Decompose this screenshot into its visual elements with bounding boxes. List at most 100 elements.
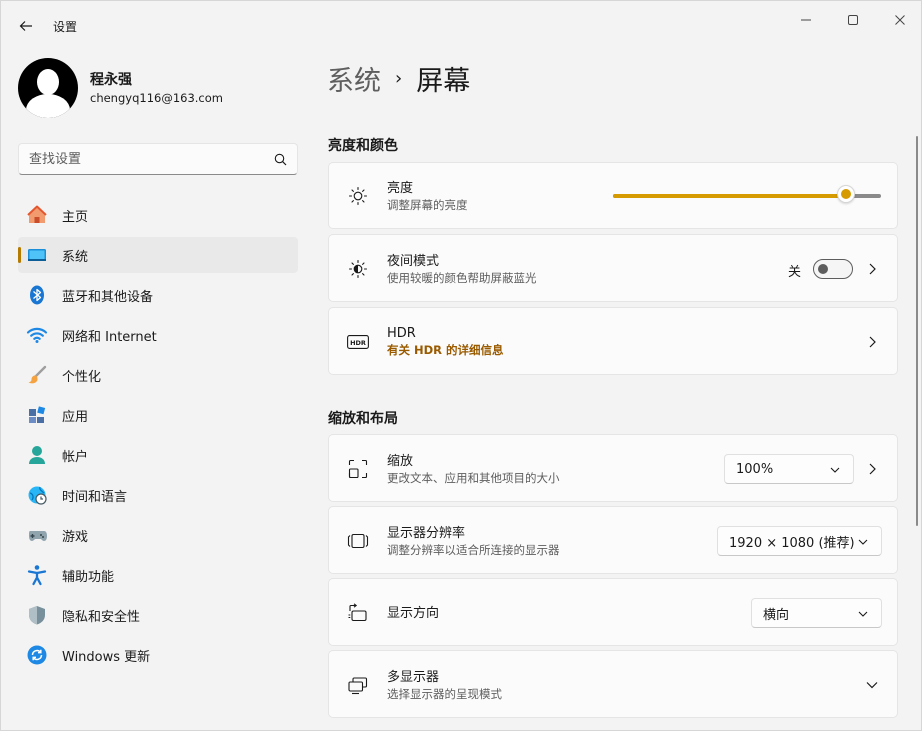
accessibility-icon: [26, 564, 48, 586]
multi-display-card[interactable]: 多显示器 选择显示器的呈现模式: [328, 650, 898, 718]
scale-title: 缩放: [387, 454, 414, 469]
section-title-brightness-color: 亮度和颜色: [328, 138, 398, 154]
system-icon: [26, 244, 48, 266]
avatar: [18, 58, 78, 118]
night-light-state-label: 关: [787, 265, 801, 280]
orientation-card: 显示方向 横向: [328, 578, 898, 646]
resolution-dropdown[interactable]: 1920 × 1080 (推荐): [717, 526, 882, 556]
sidebar-item-label: 蓝牙和其他设备: [62, 289, 154, 305]
sun-icon: [347, 185, 369, 207]
orientation-icon: [347, 602, 369, 624]
chevron-right-icon[interactable]: [865, 335, 879, 349]
chevron-down-icon: [829, 464, 841, 476]
hdr-icon: HDR: [347, 331, 369, 353]
sidebar-item-privacy[interactable]: 隐私和安全性: [18, 597, 298, 633]
user-name: 程永强: [90, 72, 132, 88]
sidebar-item-apps[interactable]: 应用: [18, 397, 298, 433]
sidebar-item-accessibility[interactable]: 辅助功能: [18, 557, 298, 593]
sidebar-item-system[interactable]: 系统: [18, 237, 298, 273]
sidebar-item-network[interactable]: 网络和 Internet: [18, 317, 298, 353]
hdr-title: HDR: [387, 326, 416, 341]
chevron-down-icon[interactable]: [865, 678, 879, 692]
wifi-icon: [26, 324, 48, 346]
scale-card: 缩放 更改文本、应用和其他项目的大小 100%: [328, 434, 898, 502]
scale-icon: [347, 458, 369, 480]
resolution-icon: [347, 530, 369, 552]
sidebar-item-home[interactable]: 主页: [18, 197, 298, 233]
gamepad-icon: [26, 524, 48, 546]
resolution-subtitle: 调整分辨率以适合所连接的显示器: [387, 543, 560, 557]
hdr-info-link[interactable]: 有关 HDR 的详细信息: [387, 342, 504, 358]
sidebar-item-label: 系统: [62, 249, 89, 265]
minimize-icon: [801, 19, 811, 21]
app-title: 设置: [53, 20, 78, 34]
resolution-card: 显示器分辨率 调整分辨率以适合所连接的显示器 1920 × 1080 (推荐): [328, 506, 898, 574]
resolution-dropdown-value: 1920 × 1080 (推荐): [729, 535, 855, 551]
sidebar-item-label: 网络和 Internet: [62, 329, 157, 345]
apps-icon: [26, 404, 48, 426]
chevron-right-icon[interactable]: [865, 462, 879, 476]
sidebar-item-label: 游戏: [62, 529, 89, 545]
night-light-toggle[interactable]: [813, 259, 853, 279]
section-title-scale-layout: 缩放和布局: [328, 411, 398, 427]
sidebar-item-accounts[interactable]: 帐户: [18, 437, 298, 473]
scrollbar[interactable]: [916, 136, 918, 526]
user-profile[interactable]: 程永强 chengyq116@163.com: [18, 58, 223, 118]
account-icon: [26, 444, 48, 466]
sidebar-item-label: 时间和语言: [62, 489, 128, 505]
multi-display-title: 多显示器: [387, 670, 440, 685]
resolution-title: 显示器分辨率: [387, 526, 466, 541]
home-icon: [26, 204, 48, 226]
maximize-button[interactable]: [833, 7, 873, 33]
brightness-slider[interactable]: [613, 185, 881, 203]
settings-window: 设置 程永强 chengyq116@163.com 主页: [0, 0, 922, 731]
close-button[interactable]: [880, 7, 920, 33]
close-icon: [895, 15, 905, 25]
sidebar-item-windows-update[interactable]: Windows 更新: [18, 637, 298, 673]
brightness-title: 亮度: [387, 181, 414, 196]
chevron-down-icon: [857, 536, 869, 548]
sidebar-item-label: 隐私和安全性: [62, 609, 141, 625]
search-input[interactable]: [29, 151, 274, 167]
back-arrow-icon: [19, 21, 32, 31]
orientation-dropdown-value: 横向: [763, 607, 790, 623]
sidebar-item-label: 辅助功能: [62, 569, 115, 585]
breadcrumb-parent[interactable]: 系统: [327, 59, 381, 98]
chevron-right-icon[interactable]: [865, 262, 879, 276]
scale-dropdown[interactable]: 100%: [724, 454, 854, 484]
svg-text:HDR: HDR: [350, 339, 366, 347]
orientation-title: 显示方向: [387, 606, 440, 621]
scale-dropdown-value: 100%: [736, 461, 774, 477]
brightness-slider-thumb[interactable]: [837, 185, 856, 203]
multi-display-subtitle: 选择显示器的呈现模式: [387, 687, 502, 701]
orientation-dropdown[interactable]: 横向: [751, 598, 882, 628]
page-title: 屏幕: [416, 66, 471, 97]
sidebar-item-time-language[interactable]: 时间和语言: [18, 477, 298, 513]
sidebar-item-label: Windows 更新: [62, 649, 151, 665]
sidebar-item-label: 个性化: [62, 369, 102, 385]
minimize-button[interactable]: [786, 7, 826, 33]
search-icon[interactable]: [274, 153, 287, 166]
sidebar-item-bluetooth[interactable]: 蓝牙和其他设备: [18, 277, 298, 313]
night-light-card[interactable]: 夜间模式 使用较暖的颜色帮助屏蔽蓝光 关: [328, 234, 898, 302]
chevron-down-icon: [857, 608, 869, 620]
user-email: chengyq116@163.com: [90, 91, 223, 105]
sidebar-nav: 主页 系统 蓝牙和其他设备 网络和 Internet 个性化 应用 帐户 时间和…: [18, 197, 298, 677]
bluetooth-icon: [26, 284, 48, 306]
night-light-title: 夜间模式: [387, 254, 440, 269]
back-button[interactable]: [13, 13, 39, 39]
breadcrumb: 系统 › 屏幕: [327, 59, 470, 98]
title-bar: 设置: [1, 1, 921, 49]
sidebar-item-label: 帐户: [62, 449, 89, 465]
sidebar-item-gaming[interactable]: 游戏: [18, 517, 298, 553]
brightness-card: 亮度 调整屏幕的亮度: [328, 162, 898, 229]
hdr-card[interactable]: HDR HDR 有关 HDR 的详细信息: [328, 307, 898, 375]
update-icon: [26, 644, 48, 666]
globe-clock-icon: [26, 484, 48, 506]
sidebar-item-label: 主页: [62, 209, 89, 225]
night-light-icon: [347, 258, 369, 280]
search-box[interactable]: [18, 143, 298, 175]
brush-icon: [26, 364, 48, 386]
sidebar-item-personalization[interactable]: 个性化: [18, 357, 298, 393]
multi-display-icon: [347, 674, 369, 696]
